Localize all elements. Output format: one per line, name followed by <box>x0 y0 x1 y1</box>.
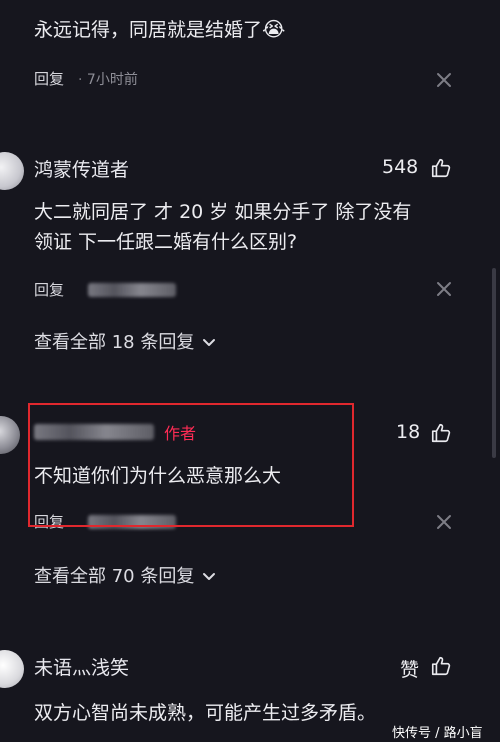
highlight-box <box>28 403 354 527</box>
reply-button[interactable]: 回复 <box>34 68 64 89</box>
separator-dot: · <box>78 72 83 88</box>
chevron-down-icon <box>203 573 216 580</box>
like-label: 赞 <box>400 659 420 681</box>
like-count: 18 <box>396 421 421 443</box>
close-icon[interactable] <box>436 281 452 297</box>
comment-username[interactable]: 未语灬浅笑 <box>34 653 129 680</box>
thumbs-up-icon[interactable] <box>430 422 452 444</box>
close-icon[interactable] <box>436 514 452 530</box>
thumbs-up-icon[interactable] <box>430 157 452 179</box>
comment-text: 大二就同居了 才 20 岁 如果分手了 除了没有 <box>34 201 412 223</box>
view-all-label[interactable]: 查看全部 18 条回复 <box>34 332 194 353</box>
comment-text: 领证 下一任跟二婚有什么区别? <box>34 231 298 253</box>
reply-button[interactable]: 回复 <box>34 279 64 300</box>
close-icon[interactable] <box>436 72 452 88</box>
comment-text: 双方心智尚未成熟，可能产生过多矛盾。 <box>34 702 377 724</box>
crying-emoji-icon: 😭 <box>262 17 286 41</box>
avatar[interactable] <box>0 416 20 454</box>
scrollbar[interactable] <box>492 268 496 458</box>
comment-meta: · 7小时前 <box>78 69 138 89</box>
avatar[interactable] <box>0 152 24 190</box>
like-count: 548 <box>382 156 419 178</box>
chevron-down-icon <box>203 339 216 346</box>
view-all-replies-button[interactable]: 查看全部 70 条回复 <box>34 562 216 588</box>
view-all-label[interactable]: 查看全部 70 条回复 <box>34 566 194 587</box>
reply-label[interactable]: 回复 <box>34 70 64 88</box>
thumbs-up-icon[interactable] <box>430 655 452 677</box>
avatar[interactable] <box>0 650 24 688</box>
comment-username[interactable]: 鸿蒙传道者 <box>34 155 129 182</box>
watermark: 快传号 / 路小盲 <box>392 726 483 741</box>
view-all-replies-button[interactable]: 查看全部 18 条回复 <box>34 328 216 354</box>
comment-text: 永远记得，同居就是结婚了😭 <box>34 14 285 45</box>
comment-text-body: 永远记得，同居就是结婚了 <box>34 19 263 41</box>
blurred-timestamp <box>88 282 176 301</box>
comment-timestamp: 7小时前 <box>86 72 138 88</box>
